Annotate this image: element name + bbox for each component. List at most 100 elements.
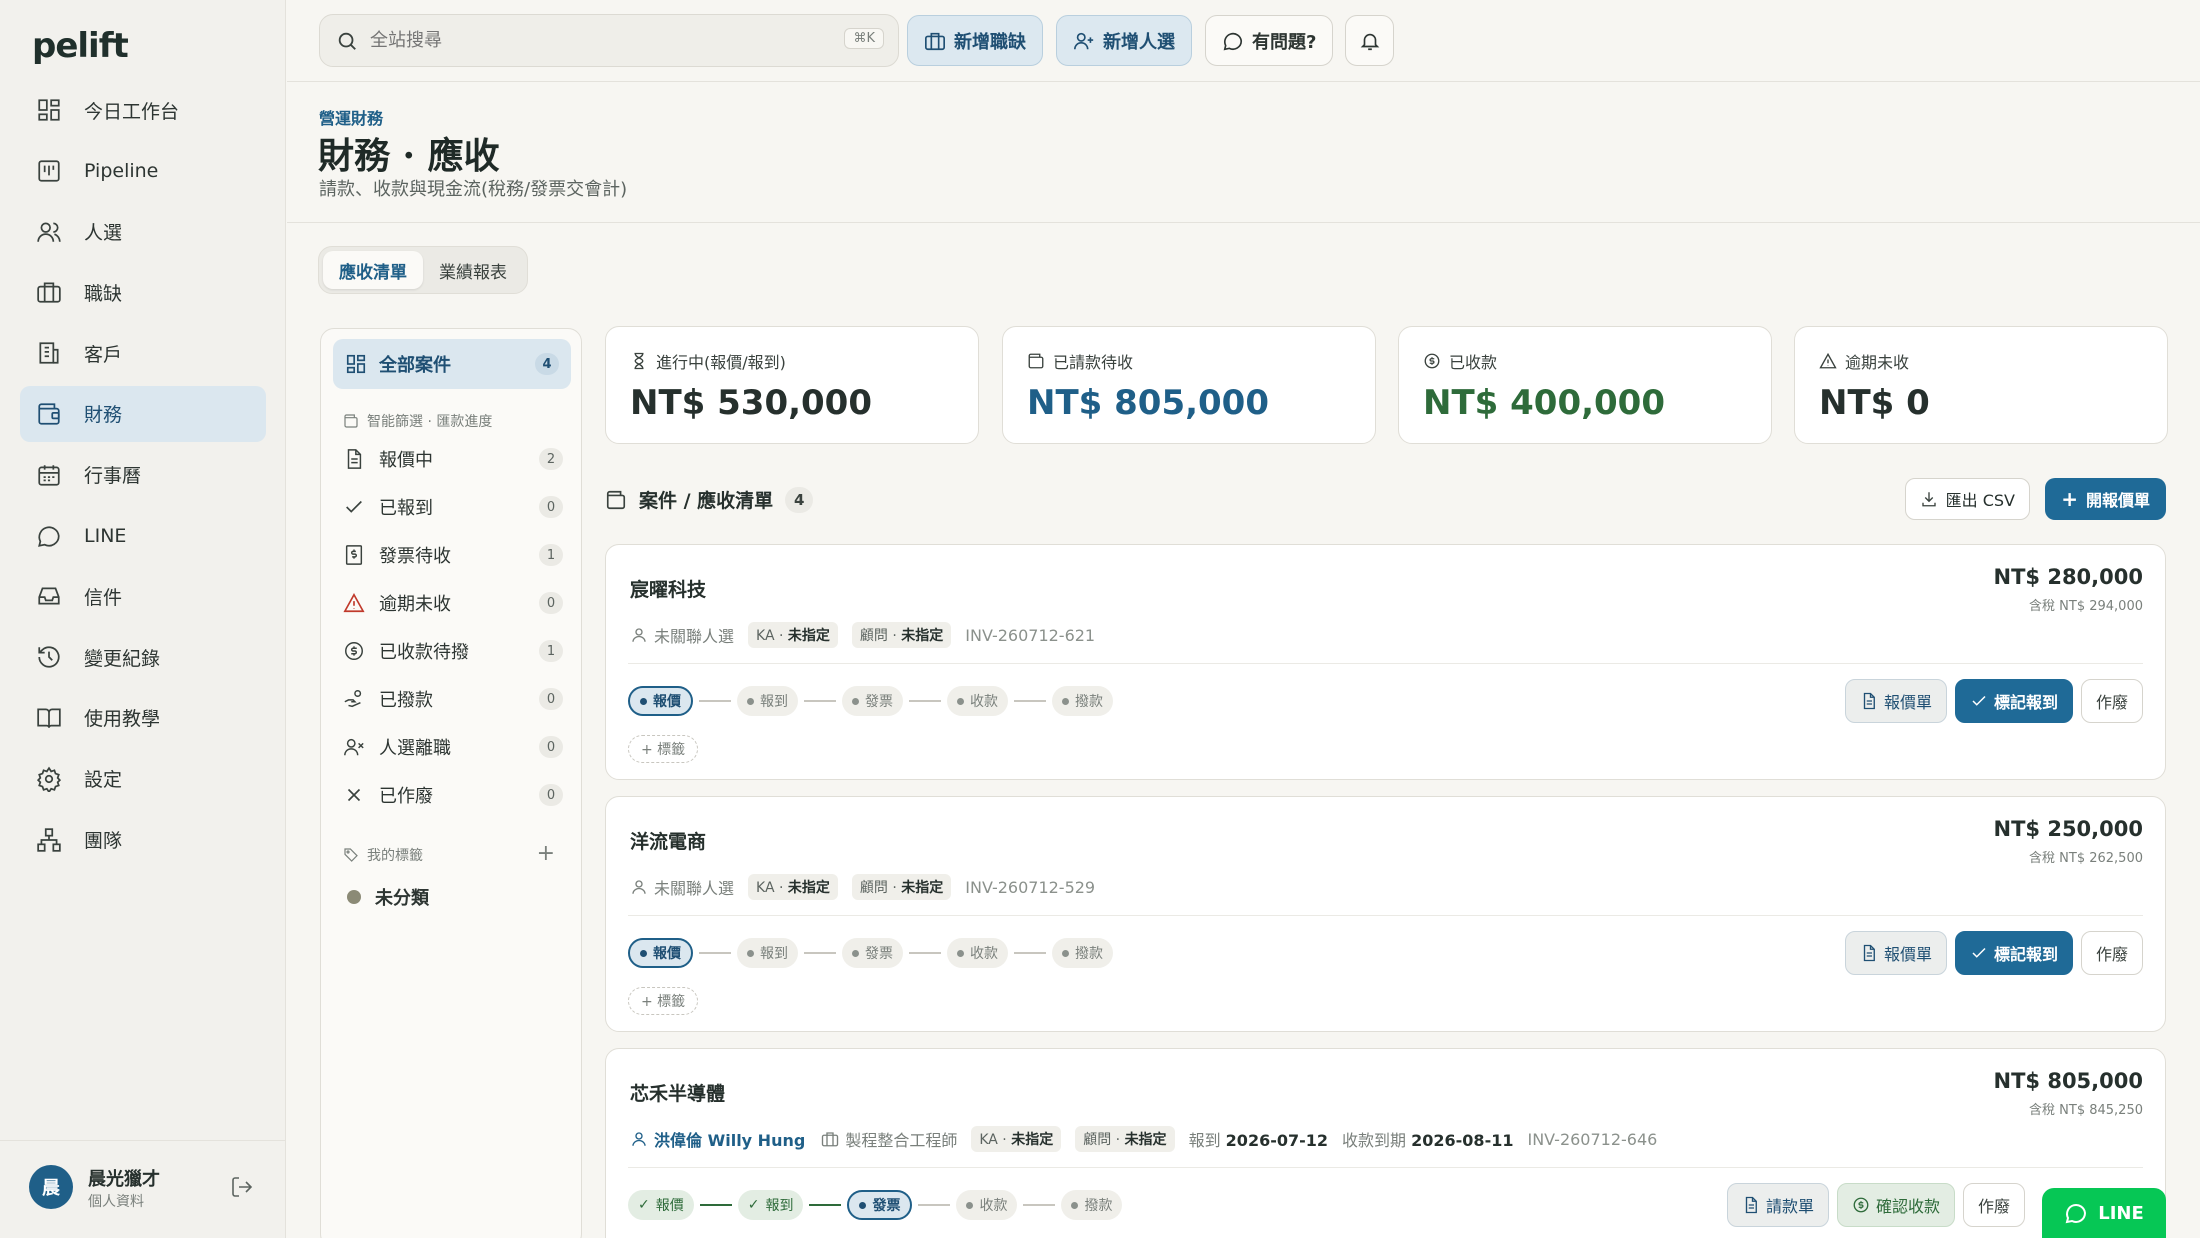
receipt-icon <box>345 545 363 565</box>
filter-received-pending-payout[interactable]: 已收款待撥 1 <box>343 631 563 671</box>
amount-with-tax: 含稅 NT$ 294,000 <box>2029 599 2143 614</box>
filter-voided[interactable]: 已作廢 0 <box>343 775 563 815</box>
sidebar-item-line[interactable]: LINE <box>20 508 266 564</box>
card-actions: 報價單 標記報到 作廢 <box>1837 679 2143 723</box>
void-button[interactable]: 作廢 <box>2080 679 2143 723</box>
add-tag-button[interactable]: + 標籤 <box>628 987 699 1015</box>
quote-button[interactable]: 報價單 <box>1844 931 1947 975</box>
tag-uncategorized[interactable]: 未分類 <box>343 877 563 917</box>
void-button[interactable]: 作廢 <box>2080 931 2143 975</box>
void-label: 作廢 <box>2095 693 2128 712</box>
global-search[interactable]: ⌘K <box>319 14 899 67</box>
notifications-button[interactable] <box>1345 15 1394 66</box>
quote-button[interactable]: 報價單 <box>1844 679 1947 723</box>
smart-filter-heading: 智能篩選 · 匯款進度 <box>343 411 492 431</box>
filter-paid-out[interactable]: 已撥款 0 <box>343 679 563 719</box>
breadcrumb[interactable]: 營運財務 <box>319 105 383 129</box>
sidebar-item-pipeline[interactable]: Pipeline <box>20 143 266 199</box>
sidebar-item-label: 人選 <box>84 222 123 245</box>
ka-chip[interactable]: KA · 未指定 <box>971 1126 1062 1152</box>
tab-receivables[interactable]: 應收清單 <box>323 251 423 289</box>
sidebar-item-jobs[interactable]: 職缺 <box>20 264 266 320</box>
sidebar-item-mail[interactable]: 信件 <box>20 568 266 624</box>
sidebar-item-clients[interactable]: 客戶 <box>20 325 266 381</box>
add-tag-button[interactable]: + 標籤 <box>628 735 699 763</box>
candidate-link[interactable]: 未關聯人選 <box>654 623 734 647</box>
ka-chip[interactable]: KA · 未指定 <box>748 622 838 648</box>
kpi-in-progress: 進行中(報價/報到) NT$ 530,000 <box>605 326 979 444</box>
advisor-chip[interactable]: 顧問 · 未指定 <box>851 874 952 900</box>
kpi-label: 已收款 <box>1449 353 1498 372</box>
user-profile-link[interactable]: 個人資料 <box>88 1191 144 1211</box>
confirm-payment-button[interactable]: 確認收款 <box>1836 1183 1955 1227</box>
amount: NT$ 250,000 <box>1993 817 2143 841</box>
card-meta: 未關聯人選 KA · 未指定 顧問 · 未指定 INV-260712-529 <box>630 873 1095 901</box>
void-button[interactable]: 作廢 <box>1962 1183 2025 1227</box>
filter-overdue[interactable]: 逾期未收 0 <box>343 583 563 623</box>
help-label: 有問題? <box>1252 31 1317 53</box>
sidebar-item-history[interactable]: 變更紀錄 <box>20 629 266 685</box>
export-csv-button[interactable]: 匯出 CSV <box>1904 478 2030 520</box>
client-name[interactable]: 芯禾半導體 <box>630 1079 725 1106</box>
filter-quoting[interactable]: 報價中 2 <box>343 439 563 479</box>
divider <box>628 915 2143 916</box>
receivable-card[interactable]: 芯禾半導體 NT$ 805,000 含稅 NT$ 845,250 洪偉倫 Wil… <box>605 1048 2166 1238</box>
step-label: 報到 <box>760 694 788 710</box>
sidebar-item-dashboard[interactable]: 今日工作台 <box>20 82 266 138</box>
logo[interactable]: pelift <box>32 26 129 66</box>
candidate-link[interactable]: 洪偉倫 Willy Hung <box>654 1127 805 1151</box>
receivable-card[interactable]: 宸曜科技 NT$ 280,000 含稅 NT$ 294,000 未關聯人選 KA… <box>605 544 2166 780</box>
candidate-link[interactable]: 未關聯人選 <box>654 875 734 899</box>
advisor-chip[interactable]: 顧問 · 未指定 <box>1075 1126 1175 1152</box>
receivable-card[interactable]: 洋流電商 NT$ 250,000 含稅 NT$ 262,500 未關聯人選 KA… <box>605 796 2166 1032</box>
list-count: 4 <box>785 486 814 513</box>
new-candidate-button[interactable]: 新增人選 <box>1056 15 1192 66</box>
line-chat-button[interactable]: LINE <box>2042 1188 2166 1238</box>
step-label: 撥款 <box>1084 1198 1113 1214</box>
sidebar-item-team[interactable]: 團隊 <box>20 812 266 868</box>
filter-count: 2 <box>539 448 563 470</box>
tab-performance-report[interactable]: 業績報表 <box>423 251 523 289</box>
my-tags-label: 我的標籤 <box>367 848 423 864</box>
filter-all-cases[interactable]: 全部案件 4 <box>333 339 571 389</box>
job-title[interactable]: 製程整合工程師 <box>845 1127 957 1151</box>
list-title-label: 案件 / 應收清單 <box>639 490 774 512</box>
warning-icon <box>1819 352 1837 369</box>
avatar[interactable]: 晨 <box>29 1165 73 1209</box>
logout-icon[interactable] <box>230 1175 254 1199</box>
due-date: 收款到期 2026-08-11 <box>1342 1127 1513 1151</box>
ka-chip[interactable]: KA · 未指定 <box>748 874 838 900</box>
sidebar-item-tutorial[interactable]: 使用教學 <box>20 690 266 746</box>
mark-reported-button[interactable]: 標記報到 <box>1954 679 2073 723</box>
sidebar-item-label: 使用教學 <box>84 708 161 731</box>
new-job-button[interactable]: 新增職缺 <box>907 15 1043 66</box>
advisor-chip[interactable]: 顧問 · 未指定 <box>851 622 952 648</box>
step-label: 報價 <box>653 946 681 962</box>
mark-reported-label: 標記報到 <box>1993 945 2058 964</box>
search-input[interactable] <box>370 30 830 51</box>
wallet-icon <box>344 414 358 428</box>
step-label: 發票 <box>872 1198 901 1214</box>
billing-button[interactable]: 請款單 <box>1726 1183 1829 1227</box>
step-label: 收款 <box>979 1198 1008 1214</box>
ka-value: 未指定 <box>787 880 830 896</box>
filter-count: 1 <box>539 544 563 566</box>
mark-reported-button[interactable]: 標記報到 <box>1954 931 2073 975</box>
sidebar-item-calendar[interactable]: 行事曆 <box>20 447 266 503</box>
filter-invoice-pending[interactable]: 發票待收 1 <box>343 535 563 575</box>
sidebar-item-label: 行事曆 <box>84 465 142 488</box>
filter-reported[interactable]: 已報到 0 <box>343 487 563 527</box>
add-tag-icon[interactable]: + <box>537 841 555 866</box>
client-name[interactable]: 宸曜科技 <box>630 575 706 602</box>
sidebar-item-label: LINE <box>84 524 127 547</box>
help-button[interactable]: 有問題? <box>1205 15 1334 66</box>
user-profile[interactable]: 晨 晨光獵才 個人資料 <box>0 1140 286 1238</box>
sidebar-item-settings[interactable]: 設定 <box>20 751 266 807</box>
filter-candidate-left[interactable]: 人選離職 0 <box>343 727 563 767</box>
client-name[interactable]: 洋流電商 <box>630 827 706 854</box>
new-quote-button[interactable]: + 開報價單 <box>2045 478 2166 520</box>
sidebar-item-candidates[interactable]: 人選 <box>20 204 266 260</box>
advisor-value: 未指定 <box>1124 1132 1167 1148</box>
users-icon <box>37 222 61 242</box>
sidebar-item-finance[interactable]: 財務 <box>20 385 266 442</box>
